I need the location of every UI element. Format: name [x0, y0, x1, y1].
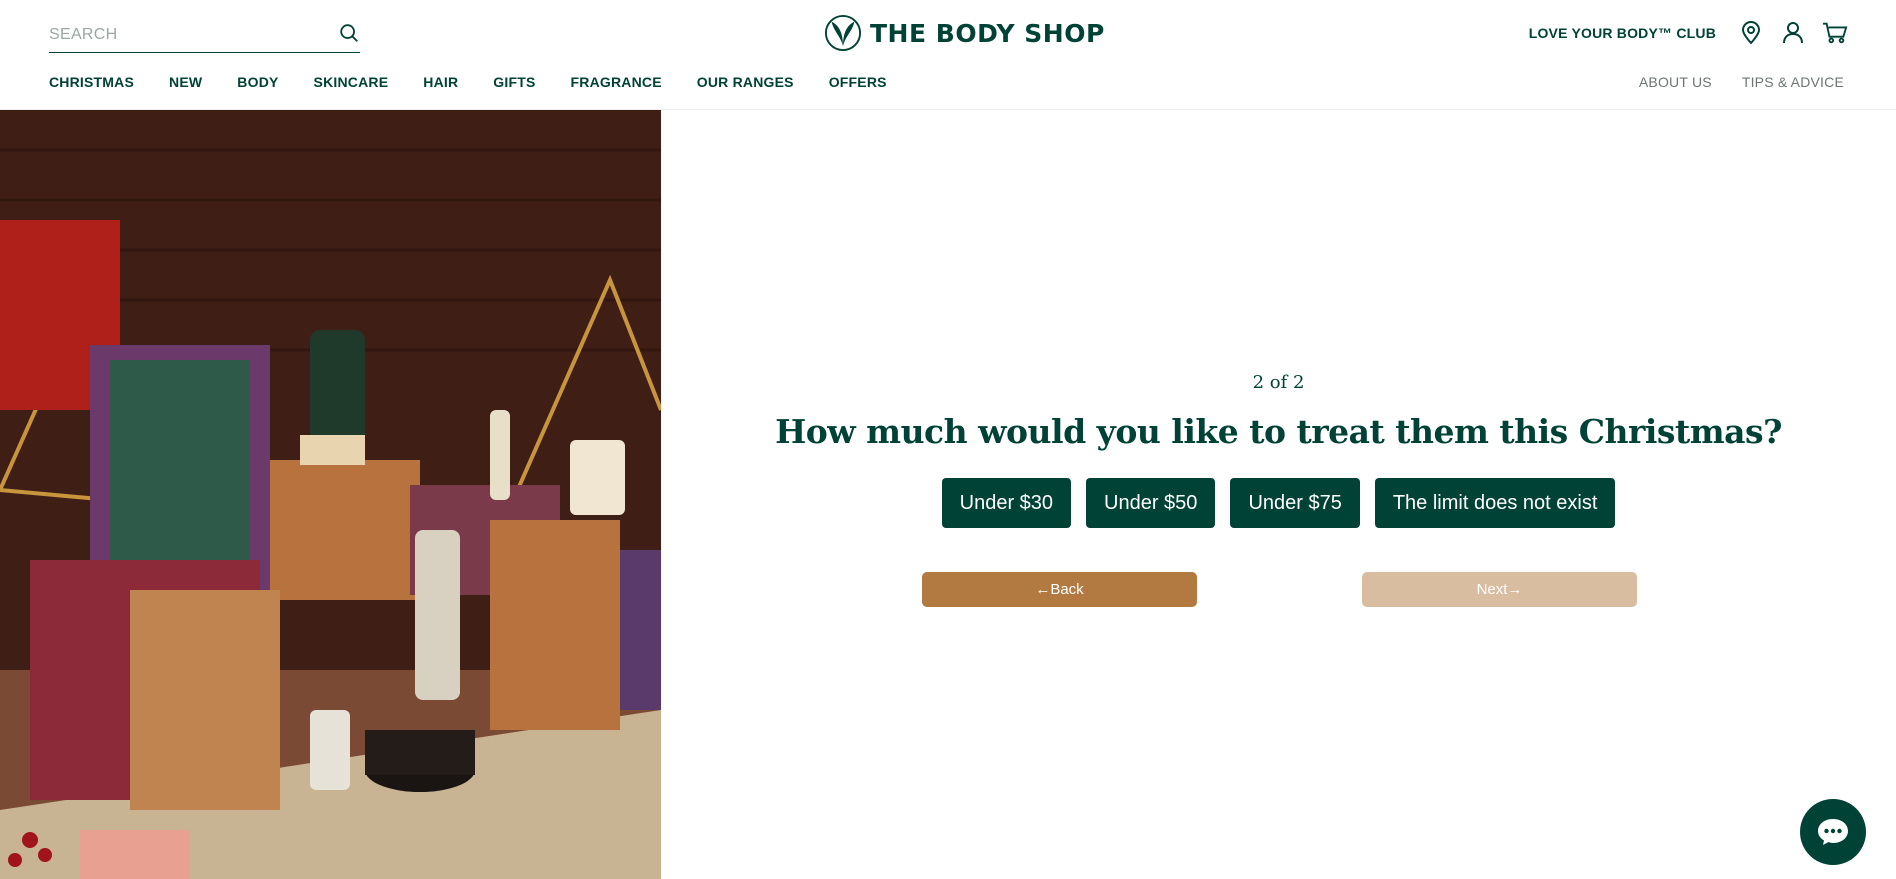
- account-icon[interactable]: [1780, 20, 1806, 46]
- nav-item-new[interactable]: NEW: [169, 74, 202, 90]
- location-pin-icon[interactable]: [1738, 20, 1764, 46]
- nav-item-christmas[interactable]: CHRISTMAS: [49, 74, 134, 90]
- search-input[interactable]: [49, 25, 319, 44]
- quiz-question: How much would you like to treat them th…: [775, 412, 1782, 451]
- chat-bubble-icon: [1818, 819, 1848, 845]
- utility-bar: LOVE YOUR BODY™ CLUB: [1529, 18, 1848, 48]
- budget-option-under-50[interactable]: Under $50: [1086, 478, 1216, 528]
- secondary-nav: ABOUT US TIPS & ADVICE: [1639, 74, 1844, 90]
- gift-finder-quiz: 2 of 2 How much would you like to treat …: [661, 110, 1896, 879]
- nav-item-our-ranges[interactable]: OUR RANGES: [697, 74, 794, 90]
- nav-item-hair[interactable]: HAIR: [423, 74, 458, 90]
- cart-icon[interactable]: [1822, 20, 1848, 46]
- hero-product-image: [0, 110, 661, 879]
- nav-item-about-us[interactable]: ABOUT US: [1639, 74, 1712, 90]
- budget-options: Under $30 Under $50 Under $75 The limit …: [661, 478, 1896, 528]
- brand-logo[interactable]: THE BODY SHOP: [824, 14, 1105, 52]
- main-nav: CHRISTMAS NEW BODY SKINCARE HAIR GIFTS F…: [49, 74, 922, 90]
- budget-option-no-limit[interactable]: The limit does not exist: [1374, 478, 1616, 528]
- nav-item-tips-advice[interactable]: TIPS & ADVICE: [1742, 74, 1844, 90]
- site-header: THE BODY SHOP LOVE YOUR BODY™ CLUB CHRIS…: [0, 0, 1896, 110]
- nav-item-fragrance[interactable]: FRAGRANCE: [571, 74, 662, 90]
- love-your-body-club-link[interactable]: LOVE YOUR BODY™ CLUB: [1529, 25, 1716, 41]
- nav-item-offers[interactable]: OFFERS: [829, 74, 887, 90]
- quiz-step-counter: 2 of 2: [1252, 372, 1305, 393]
- next-button[interactable]: Next→: [1362, 572, 1637, 607]
- budget-option-under-30[interactable]: Under $30: [941, 478, 1072, 528]
- search-icon[interactable]: [338, 22, 360, 44]
- budget-option-under-75[interactable]: Under $75: [1230, 478, 1360, 528]
- nav-item-skincare[interactable]: SKINCARE: [314, 74, 389, 90]
- brand-name: THE BODY SHOP: [870, 18, 1105, 48]
- nav-item-gifts[interactable]: GIFTS: [493, 74, 535, 90]
- chat-launcher-button[interactable]: [1800, 799, 1866, 865]
- search-bar[interactable]: [49, 17, 360, 53]
- back-button[interactable]: ←Back: [922, 572, 1197, 607]
- leaf-logo-icon: [824, 14, 862, 52]
- gift-sets-illustration: [0, 110, 661, 879]
- nav-item-body[interactable]: BODY: [237, 74, 278, 90]
